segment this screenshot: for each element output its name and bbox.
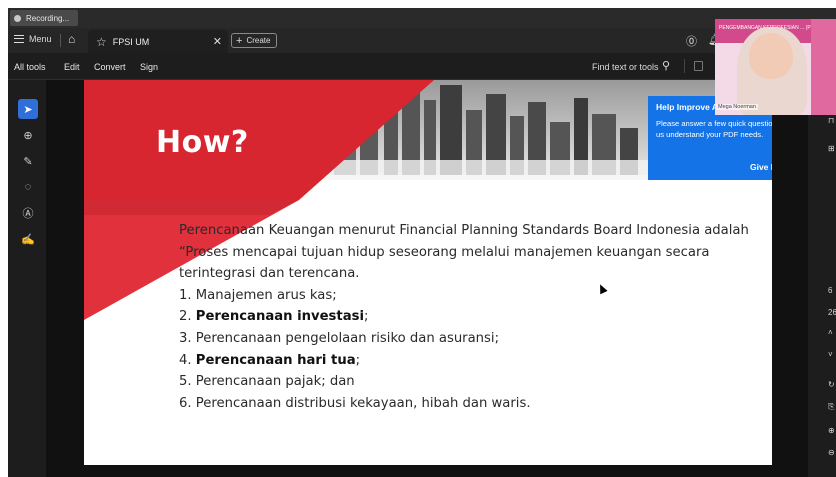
record-dot-icon [14, 14, 21, 22]
list-number: 4. [179, 352, 196, 368]
list-number: 2. [179, 309, 196, 325]
list-suffix: ; dan [321, 374, 355, 390]
slide-heading: How? [156, 125, 249, 160]
divider [684, 59, 685, 73]
list-number: 6. [179, 395, 196, 411]
panel-icon[interactable] [694, 61, 703, 71]
list-item: 2. Perencanaan investasi; [179, 306, 759, 328]
menu-button[interactable]: Menu [14, 34, 52, 44]
list-text: Perencanaan pengelolaan risiko dan asura… [195, 330, 495, 346]
list-item: 3. Perencanaan pengelolaan risiko dan as… [179, 328, 759, 350]
list-text: Perencanaan pajak [195, 374, 322, 390]
sign-button[interactable]: Sign [140, 62, 158, 72]
zoom-out-icon[interactable]: ⊖ [828, 448, 835, 457]
title-bar: Menu ⌂ ☆ FPSI UM ✕ + Create ⓪ 🔔︎ [8, 28, 836, 53]
hamburger-icon [14, 35, 24, 43]
page-number[interactable]: 6 [828, 286, 832, 295]
list-item: 6. Perencanaan distribusi kekayaan, hiba… [179, 393, 759, 415]
chevron-down-icon[interactable]: ˅ [828, 350, 833, 359]
zoom-in-icon[interactable]: ⊕ [828, 426, 835, 435]
page-total: 26 [828, 308, 836, 317]
create-button[interactable]: + Create [231, 33, 277, 48]
list-text: Perencanaan distribusi kekayaan, hibah d… [195, 395, 527, 411]
pen-tool-icon[interactable]: ✎ [18, 151, 38, 171]
create-label: Create [246, 36, 271, 45]
webcam-overlay: PENGEMBANGAN KEPROFESIAN ... (PPKB) Mega… [715, 19, 836, 115]
give-feedback-button[interactable]: Give Feedback [750, 162, 772, 172]
pdf-page: How? Perencanaan Keuangan menurut Financ… [84, 80, 772, 465]
list-suffix: . [526, 395, 531, 411]
home-icon[interactable]: ⌂ [68, 32, 75, 46]
thumbnails-icon[interactable]: ⊞ [828, 144, 835, 153]
signature-tool-icon[interactable]: ✍ [18, 229, 38, 249]
page-fit-icon[interactable]: ⎘ [828, 402, 834, 412]
star-icon[interactable]: ☆ [96, 35, 107, 49]
list-text: Perencanaan investasi [195, 309, 364, 325]
recording-bar: Recording... [8, 8, 836, 28]
left-tool-rail: ➤ ⊕ ✎ ◌ Ⓐ ✍ [8, 80, 46, 477]
recording-label: Recording... [26, 13, 70, 23]
main-toolbar: All tools Edit Convert Sign Find text or… [8, 53, 836, 80]
tab-title: FPSI UM [112, 36, 150, 47]
lasso-tool-icon[interactable]: ◌ [18, 177, 38, 197]
document-viewer[interactable]: How? Perencanaan Keuangan menurut Financ… [46, 80, 808, 477]
edit-button[interactable]: Edit [64, 62, 80, 72]
close-tab-icon[interactable]: ✕ [213, 35, 222, 48]
list-text: Perencanaan hari tua [195, 352, 356, 368]
planning-list: 1. Manajemen arus kas; 2. Perencanaan inv… [179, 285, 759, 415]
find-text-label[interactable]: Find text or tools [592, 62, 659, 72]
right-panel: ⊓ ⊞ 6 26 ˄ ˅ ↻ ⎘ ⊕ ⊖ [808, 80, 836, 477]
rotate-icon[interactable]: ↻ [828, 380, 835, 389]
list-item: 1. Manajemen arus kas; [179, 285, 759, 307]
convert-button[interactable]: Convert [94, 62, 126, 72]
slide-body: Perencanaan Keuangan menurut Financial P… [179, 220, 759, 414]
list-suffix: ; [363, 309, 369, 325]
presenter-name: Mega Noerman [716, 104, 758, 110]
menu-label: Menu [29, 34, 52, 44]
list-text: Manajemen arus kas [195, 287, 333, 303]
list-item: 4. Perencanaan hari tua; [179, 350, 759, 372]
list-item: 5. Perencanaan pajak; dan [179, 371, 759, 393]
text-tool-icon[interactable]: Ⓐ [18, 203, 38, 223]
help-icon[interactable]: ⓪ [686, 33, 697, 49]
app-screen: Recording... Menu ⌂ ☆ FPSI UM ✕ + Create… [8, 8, 836, 477]
tab-document[interactable]: ☆ FPSI UM ✕ [88, 30, 228, 53]
recording-indicator[interactable]: Recording... [10, 10, 78, 26]
comment-tool-icon[interactable]: ⊕ [18, 125, 38, 145]
plus-icon: + [236, 34, 243, 47]
intro-paragraph: Perencanaan Keuangan menurut Financial P… [179, 223, 749, 282]
list-suffix: ; [355, 352, 361, 368]
list-suffix: ; [332, 287, 337, 303]
list-number: 3. [179, 330, 196, 346]
all-tools-button[interactable]: All tools [14, 62, 46, 72]
search-icon[interactable]: ⚲ [662, 59, 670, 72]
webcam-background [811, 19, 836, 115]
divider [60, 34, 61, 47]
list-number: 5. [179, 374, 196, 390]
bookmark-icon[interactable]: ⊓ [828, 116, 834, 125]
chevron-up-icon[interactable]: ˄ [828, 328, 833, 337]
popup-body: Please answer a few quick questions to h… [656, 119, 772, 139]
list-suffix: ; [494, 330, 500, 346]
presenter-face [749, 33, 793, 79]
list-number: 1. [179, 287, 196, 303]
select-tool-icon[interactable]: ➤ [18, 99, 38, 119]
